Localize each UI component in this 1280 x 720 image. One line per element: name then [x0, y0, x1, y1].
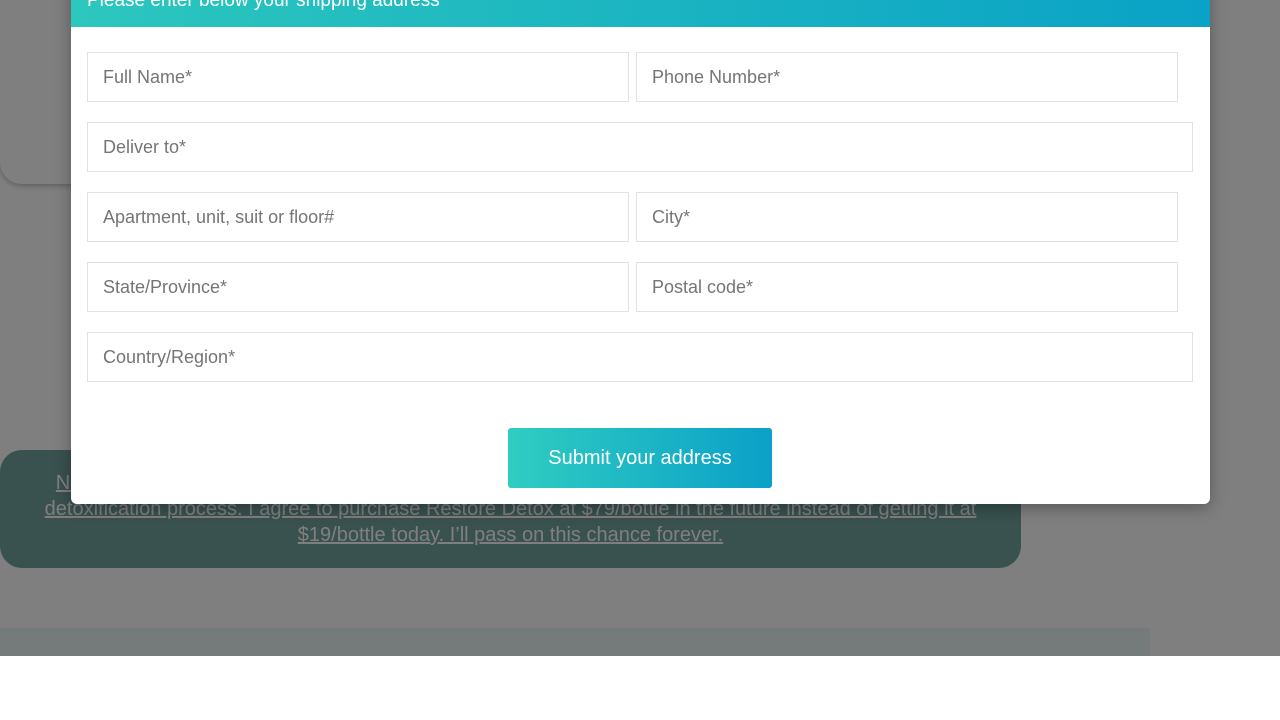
country-region-input[interactable] — [87, 332, 1193, 382]
modal-header: Please enter below your shipping address — [71, 0, 1210, 27]
apartment-input[interactable] — [87, 192, 629, 242]
page-bottom-area — [0, 656, 1280, 720]
submit-address-button[interactable]: Submit your address — [508, 428, 772, 488]
page: No thanks, I don’t want to take advantag… — [0, 0, 1280, 720]
deliver-to-input[interactable] — [87, 122, 1193, 172]
shipping-address-modal: Please enter below your shipping address… — [71, 0, 1210, 504]
city-input[interactable] — [636, 192, 1178, 242]
full-name-input[interactable] — [87, 52, 629, 102]
postal-code-input[interactable] — [636, 262, 1178, 312]
phone-number-input[interactable] — [636, 52, 1178, 102]
modal-title: Please enter below your shipping address — [87, 0, 440, 11]
state-province-input[interactable] — [87, 262, 629, 312]
